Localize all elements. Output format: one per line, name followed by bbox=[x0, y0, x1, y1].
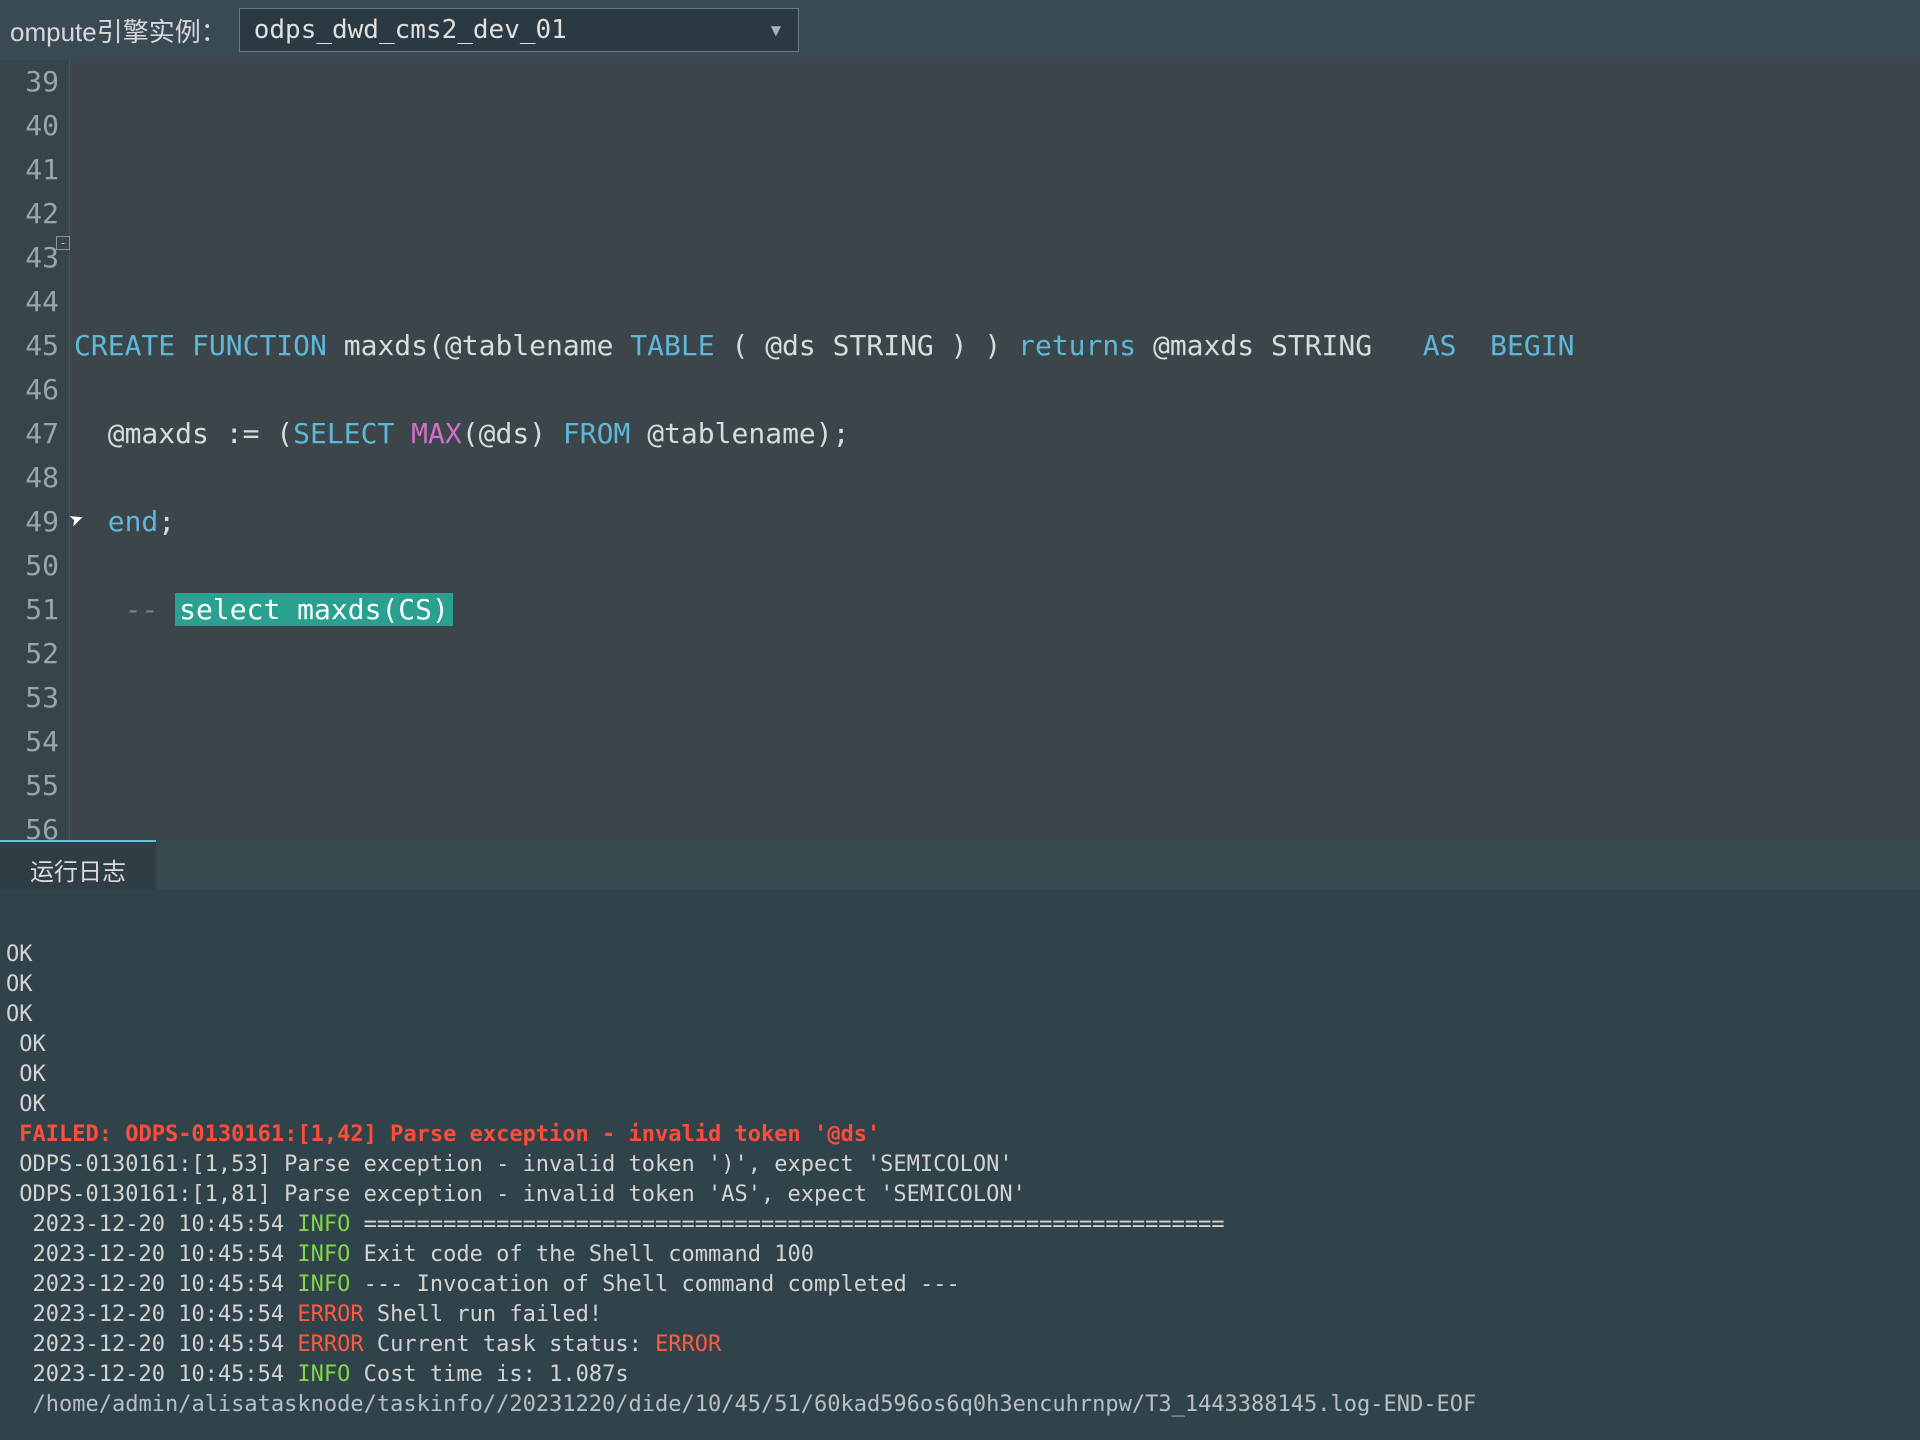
code-editor[interactable]: 394041424344454647484950515253545556 - C… bbox=[0, 60, 1920, 840]
bottom-panel-tabs: 运行日志 bbox=[0, 840, 1920, 890]
engine-label: ompute引擎实例： bbox=[10, 12, 227, 49]
chevron-down-icon: ▾ bbox=[768, 15, 784, 45]
selected-text: select maxds(CS) bbox=[175, 593, 453, 626]
run-log-output[interactable]: OK OK OK OK OK OK FAILED: ODPS-0130161:[… bbox=[0, 890, 1920, 1440]
code-content[interactable]: - CREATE FUNCTION maxds(@tablename TABLE… bbox=[70, 60, 1920, 840]
log-failed-line: FAILED: ODPS-0130161:[1,42] Parse except… bbox=[19, 1122, 880, 1147]
fold-minus-icon[interactable]: - bbox=[56, 236, 70, 250]
line-number-gutter: 394041424344454647484950515253545556 bbox=[0, 60, 70, 840]
engine-instance-select[interactable]: odps_dwd_cms2_dev_01 ▾ bbox=[239, 8, 799, 52]
engine-instance-value: odps_dwd_cms2_dev_01 bbox=[254, 15, 567, 45]
topbar: ompute引擎实例： odps_dwd_cms2_dev_01 ▾ bbox=[0, 0, 1920, 60]
